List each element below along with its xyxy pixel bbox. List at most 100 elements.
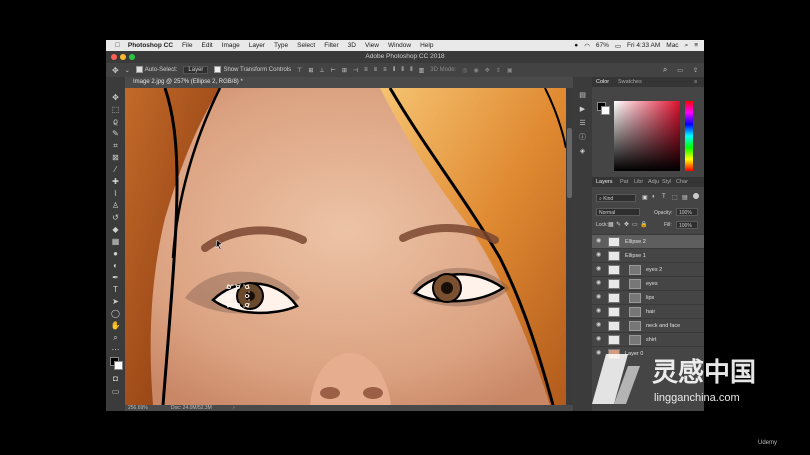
menu-filter[interactable]: Filter: [324, 42, 338, 49]
layer-mask-thumbnail[interactable]: [629, 279, 641, 289]
lock-image-icon[interactable]: ✎: [616, 221, 621, 228]
filter-adjustment-icon[interactable]: ◐: [652, 194, 656, 200]
notification-icon[interactable]: ≡: [694, 42, 698, 49]
align-bottom-icon[interactable]: ⊥: [319, 67, 324, 74]
screen-mode-icon[interactable]: ▭: [110, 386, 121, 397]
lasso-tool-icon[interactable]: ϱ: [110, 116, 121, 127]
document-tab[interactable]: Image 2.jpg @ 257% (Ellipse 2, RGB/8) *: [125, 77, 573, 88]
menu-3d[interactable]: 3D: [348, 42, 356, 49]
visibility-eye-icon[interactable]: ◉: [596, 322, 603, 329]
tab-character[interactable]: Char: [676, 179, 688, 185]
menu-edit[interactable]: Edit: [202, 42, 213, 49]
user-name[interactable]: Mac: [666, 42, 678, 49]
gradient-tool-icon[interactable]: ▦: [110, 236, 121, 247]
filter-toggle-icon[interactable]: [693, 193, 699, 199]
filter-pixel-icon[interactable]: ▣: [642, 194, 648, 201]
quick-select-tool-icon[interactable]: ✎: [110, 128, 121, 139]
zoom-tool-icon[interactable]: ⌕: [110, 332, 121, 343]
align-left-icon[interactable]: ⊢: [331, 67, 336, 74]
quick-mask-icon[interactable]: ◘: [110, 373, 121, 384]
layer-row[interactable]: ◉ Ellipse 2: [592, 234, 704, 248]
history-brush-tool-icon[interactable]: ↺: [110, 212, 121, 223]
path-select-tool-icon[interactable]: ➤: [110, 296, 121, 307]
crop-tool-icon[interactable]: ⌗: [110, 140, 121, 151]
distribute-center-icon[interactable]: ⦀: [401, 67, 404, 74]
transform-checkbox[interactable]: [214, 66, 222, 74]
visibility-eye-icon[interactable]: ◉: [596, 252, 603, 259]
app-menu[interactable]: Photoshop CC: [128, 42, 173, 49]
distribute-bottom-icon[interactable]: ≡: [383, 67, 387, 73]
share-icon[interactable]: ⇪: [693, 67, 698, 74]
actions-icon[interactable]: ▶: [578, 105, 587, 114]
lock-artboard-icon[interactable]: ▭: [632, 221, 638, 228]
dropdown-chevron-icon[interactable]: ⌄: [125, 67, 130, 74]
zoom-level[interactable]: 256.69%: [128, 405, 148, 411]
layer-row[interactable]: ◉ eyes 2: [592, 262, 704, 276]
filter-shape-icon[interactable]: ⬚: [672, 194, 678, 201]
align-center-icon[interactable]: ⊞: [342, 67, 347, 74]
auto-select-target-select[interactable]: Layer: [183, 66, 209, 74]
lock-transparent-icon[interactable]: ▦: [608, 221, 614, 228]
brush-settings-icon[interactable]: ◈: [578, 147, 587, 156]
tab-libraries[interactable]: Libr: [634, 179, 643, 185]
rotate-3d-icon[interactable]: ◎: [462, 67, 467, 74]
filter-smart-icon[interactable]: ▤: [682, 194, 688, 201]
align-top-icon[interactable]: ⊤: [297, 67, 302, 74]
move-tool-icon[interactable]: ✥: [110, 92, 121, 103]
visibility-eye-icon[interactable]: ◉: [596, 280, 603, 287]
layer-row[interactable]: ◉ lips: [592, 290, 704, 304]
pen-tool-icon[interactable]: ✒: [110, 272, 121, 283]
menu-image[interactable]: Image: [222, 42, 240, 49]
scale-3d-icon[interactable]: ▣: [507, 67, 513, 74]
tab-swatches[interactable]: Swatches: [618, 79, 642, 85]
fill-input[interactable]: 100%: [676, 221, 698, 229]
scrollbar-thumb[interactable]: [567, 128, 572, 198]
auto-align-icon[interactable]: ▥: [419, 67, 425, 74]
history-icon[interactable]: ▤: [578, 91, 587, 100]
layer-row[interactable]: ◉ eyes: [592, 276, 704, 290]
color-field[interactable]: [614, 101, 680, 171]
distribute-middle-icon[interactable]: ≡: [374, 67, 378, 73]
layer-mask-thumbnail[interactable]: [629, 307, 641, 317]
menu-window[interactable]: Window: [388, 42, 411, 49]
blend-mode-select[interactable]: Normal: [596, 208, 640, 216]
layer-mask-thumbnail[interactable]: [629, 321, 641, 331]
brush-tool-icon[interactable]: ⌇: [110, 188, 121, 199]
canvas-vertical-scrollbar[interactable]: [566, 88, 573, 405]
wifi-icon[interactable]: ◠: [584, 42, 590, 50]
bg-color-swatch[interactable]: [601, 106, 610, 115]
layer-mask-thumbnail[interactable]: [629, 265, 641, 275]
clone-stamp-tool-icon[interactable]: ♙: [110, 200, 121, 211]
search-icon[interactable]: ⌕: [663, 65, 667, 75]
eraser-tool-icon[interactable]: ◆: [110, 224, 121, 235]
dodge-tool-icon[interactable]: ◐: [110, 260, 121, 271]
drag-3d-icon[interactable]: ✥: [485, 67, 490, 74]
menu-select[interactable]: Select: [297, 42, 315, 49]
tab-color[interactable]: Color: [596, 79, 609, 85]
lock-all-icon[interactable]: 🔒: [640, 221, 647, 228]
menu-view[interactable]: View: [365, 42, 379, 49]
auto-select-checkbox[interactable]: [135, 66, 143, 74]
align-middle-icon[interactable]: ⊞: [308, 67, 313, 74]
healing-brush-tool-icon[interactable]: ✚: [110, 176, 121, 187]
filter-kind-select[interactable]: ⌕ Kind: [596, 194, 636, 202]
workspace-icon[interactable]: ▭: [677, 67, 683, 74]
info-icon[interactable]: ⓘ: [578, 133, 587, 142]
type-tool-icon[interactable]: T: [110, 284, 121, 295]
tab-adjustments[interactable]: Adju: [648, 179, 659, 185]
distribute-right-icon[interactable]: ⦀: [410, 67, 413, 74]
filter-type-icon[interactable]: T: [662, 194, 666, 200]
spotlight-icon[interactable]: ⌕: [685, 42, 689, 50]
record-icon[interactable]: ●: [574, 42, 578, 49]
apple-menu-icon[interactable]: : [115, 42, 120, 49]
battery-icon[interactable]: ▭: [615, 42, 621, 50]
tab-paths[interactable]: Pat: [620, 179, 628, 185]
menu-file[interactable]: File: [182, 42, 192, 49]
layer-mask-thumbnail[interactable]: [629, 293, 641, 303]
distribute-top-icon[interactable]: ≡: [364, 67, 368, 73]
status-menu-icon[interactable]: ›: [233, 405, 235, 411]
distribute-left-icon[interactable]: ⦀: [393, 67, 396, 74]
layer-row[interactable]: ◉ neck and face: [592, 318, 704, 332]
visibility-eye-icon[interactable]: ◉: [596, 308, 603, 315]
more-tools-icon[interactable]: ⋯: [110, 344, 121, 355]
